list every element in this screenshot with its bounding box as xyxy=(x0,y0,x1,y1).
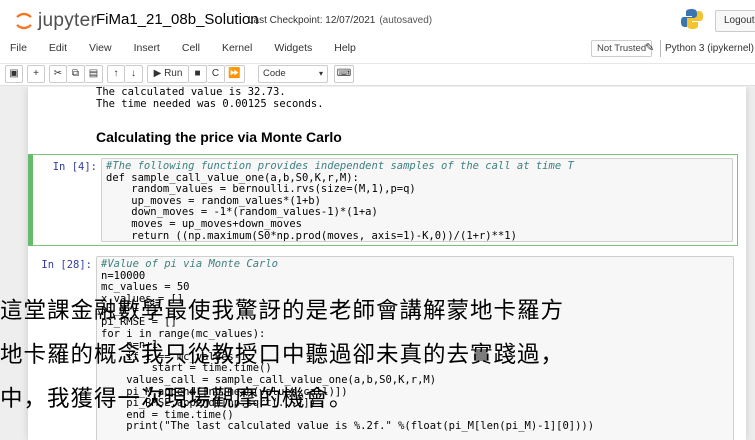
add-cell-icon[interactable]: + xyxy=(27,65,45,83)
python-logo-icon xyxy=(680,8,704,30)
code-line: mc_values = 50 xyxy=(101,281,190,294)
run-button[interactable]: ▶ Run xyxy=(147,65,189,83)
menu-cell[interactable]: Cell xyxy=(171,38,211,60)
paste-icon[interactable]: ▤ xyxy=(85,65,103,83)
code-line: return ((np.maximum(S0*np.prod(moves, ax… xyxy=(106,229,517,242)
menu-insert[interactable]: Insert xyxy=(123,38,171,60)
jupyter-logo-icon xyxy=(14,11,34,31)
code-line: down_moves = -1*(random_values-1)*(1+a) xyxy=(106,206,378,219)
checkpoint-status: Last Checkpoint: 12/07/2021 (autosaved) xyxy=(248,15,432,26)
output-line: The calculated value is 32.73. xyxy=(96,87,286,98)
chevron-down-icon: ▾ xyxy=(318,69,323,78)
menu-view[interactable]: View xyxy=(78,38,123,60)
jupyter-logo-text: jupyter xyxy=(38,10,98,31)
kernel-name-label: Python 3 (ipykernel) xyxy=(665,43,754,54)
menubar: File Edit View Insert Cell Kernel Widget… xyxy=(0,38,367,60)
code-line: def sample_call_value_one(a,b,S0,K,r,M): xyxy=(106,171,359,184)
output-line: The time needed was 0.00125 seconds. xyxy=(96,98,324,110)
toolbar: ▣ + ✂ ⧉ ▤ ↑ ↓ ▶ Run ■ C ⏩ Code ▾ ⌨ xyxy=(0,64,755,86)
checkpoint-label: Last Checkpoint: 12/07/2021 xyxy=(248,15,376,26)
caption-line: 中，我獲得一次現場觀摩的機會。 xyxy=(0,386,353,412)
copy-icon[interactable]: ⧉ xyxy=(67,65,85,83)
markdown-heading: Calculating the price via Monte Carlo xyxy=(96,129,342,145)
cell-prompt: In [4]: xyxy=(52,161,97,173)
save-icon[interactable]: ▣ xyxy=(5,65,23,83)
jupyter-logo[interactable]: jupyter xyxy=(14,8,97,34)
caption-line: 這堂課金融數學最使我驚訝的是老師會講解蒙地卡羅方 xyxy=(0,298,565,324)
menu-kernel[interactable]: Kernel xyxy=(211,38,263,60)
cell-type-value: Code xyxy=(263,68,286,79)
code-line: random_values = bernoulli.rvs(size=(M,1)… xyxy=(106,183,416,196)
autosaved-label: (autosaved) xyxy=(379,15,433,26)
restart-icon[interactable]: C xyxy=(207,65,225,83)
code-editor[interactable]: #The following function provides indepen… xyxy=(101,158,733,242)
menu-edit[interactable]: Edit xyxy=(38,38,78,60)
run-label: Run xyxy=(164,68,183,79)
not-trusted-button[interactable]: Not Trusted xyxy=(591,40,653,57)
caption-line: 地卡羅的概念我只從教授口中聽過卻未真的去實踐過， xyxy=(0,342,565,368)
fast-forward-icon[interactable]: ⏩ xyxy=(225,65,245,83)
move-up-icon[interactable]: ↑ xyxy=(107,65,125,83)
command-palette-icon[interactable]: ⌨ xyxy=(334,65,354,83)
menu-widgets[interactable]: Widgets xyxy=(263,38,323,60)
notebook-header: jupyter FiMa1_21_08b_Solution Last Check… xyxy=(0,0,755,64)
notebook-name[interactable]: FiMa1_21_08b_Solution xyxy=(96,11,259,28)
cut-icon[interactable]: ✂ xyxy=(49,65,67,83)
menu-help[interactable]: Help xyxy=(323,38,367,60)
kernel-indicator[interactable]: Python 3 (ipykernel) xyxy=(660,40,755,57)
code-line: #The following function provides indepen… xyxy=(106,160,574,172)
move-down-icon[interactable]: ↓ xyxy=(125,65,143,83)
logout-button[interactable]: Logout xyxy=(715,10,755,32)
caption-overlay: 這堂課金融數學最使我驚訝的是老師會講解蒙地卡羅方 地卡羅的概念我只從教授口中聽過… xyxy=(0,296,755,440)
code-line: n=10000 xyxy=(101,269,146,282)
code-line: moves = up_moves+down_moves xyxy=(106,217,302,230)
code-line: up_moves = random_values*(1+b) xyxy=(106,194,321,207)
cell-prompt: In [28]: xyxy=(41,259,92,271)
run-icon: ▶ xyxy=(153,68,162,79)
menu-file[interactable]: File xyxy=(0,38,38,60)
code-block[interactable]: #The following function provides indepen… xyxy=(102,159,732,244)
stop-icon[interactable]: ■ xyxy=(189,65,207,83)
cell-type-select[interactable]: Code ▾ xyxy=(258,65,328,83)
code-cell-selected[interactable]: In [4]: #The following function provides… xyxy=(28,154,738,246)
pencil-icon[interactable]: ✎ xyxy=(645,41,654,54)
code-line: #Value of pi via Monte Carlo xyxy=(101,258,279,270)
